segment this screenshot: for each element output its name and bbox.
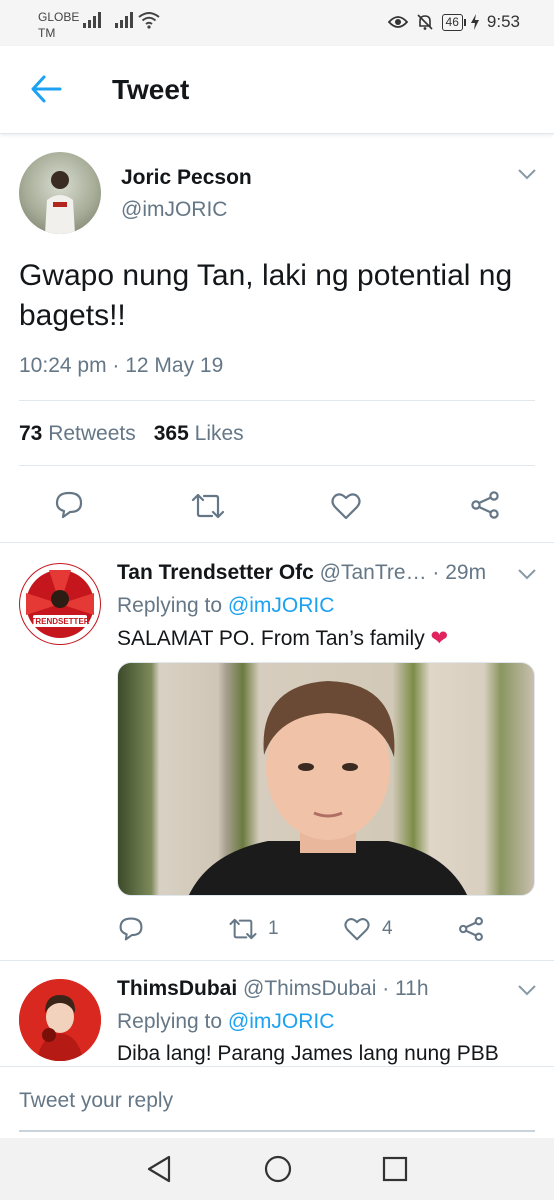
bell-off-icon [416,14,433,30]
mention-link[interactable]: @imJORIC [228,594,334,617]
retweets-stat[interactable]: 73 Retweets [19,422,136,445]
svg-text:TRENDSETTER: TRENDSETTER [30,617,89,626]
replying-to: Replying to @imJORIC [117,594,335,617]
like-icon[interactable] [331,492,361,520]
reply-text: SALAMAT PO. From Tan’s family ❤ [117,627,449,650]
reply-author[interactable]: Tan Trendsetter Ofc @TanTre… · 29m [117,561,486,585]
tweet-stats: 73 Retweets 365 Likes [19,422,244,446]
signal-icon [115,12,133,28]
likes-stat[interactable]: 365 Likes [154,422,244,445]
retweet-icon[interactable] [190,492,226,520]
clock: 9:53 [486,12,520,31]
system-nav-bar [0,1138,554,1200]
retweet-icon[interactable] [228,917,258,941]
avatar-image [45,171,75,234]
share-icon[interactable] [458,916,484,942]
author-name[interactable]: Joric Pecson [121,166,252,190]
retweet-count: 1 [268,918,279,939]
reply-icon[interactable] [118,916,144,942]
divider [19,400,535,401]
share-icon[interactable] [470,490,500,520]
chevron-down-icon[interactable] [517,568,537,580]
tweet-timestamp: 10:24 pm · 12 May 19 [19,354,224,377]
tweet-text: Gwapo nung Tan, laki ng potential ng bag… [19,259,513,332]
back-triangle-icon[interactable] [145,1154,173,1184]
recents-square-icon[interactable] [382,1154,408,1184]
wifi-icon [138,12,160,29]
mention-link[interactable]: @imJORIC [228,1010,334,1033]
divider [0,542,554,543]
reply-text: Diba lang! Parang James lang nung PBB [117,1042,499,1065]
replying-to: Replying to @imJORIC [117,1010,335,1033]
input-underline [19,1130,535,1132]
like-icon[interactable] [344,917,370,941]
page-title: Tweet [112,74,190,105]
avatar-image: TRENDSETTER [20,564,100,644]
reply-icon[interactable] [54,490,84,520]
reply-input[interactable]: Tweet your reply [19,1089,173,1113]
reply-composer: Tweet your reply [0,1066,554,1138]
avatar[interactable] [19,979,101,1061]
chevron-down-icon[interactable] [517,168,537,180]
app-header: Tweet [0,46,554,134]
divider [19,465,535,466]
portrait-image [189,681,467,895]
carrier-label: GLOBE TM [38,10,80,40]
battery-icon: 46 [441,13,467,31]
reply-author[interactable]: ThimsDubai @ThimsDubai · 11h [117,977,429,1001]
arrow-left-icon[interactable] [30,74,62,104]
heart-emoji: ❤ [430,627,449,650]
avatar-image [19,979,101,1061]
author-handle[interactable]: @imJORIC [121,198,227,222]
charging-icon [470,14,479,30]
home-circle-icon[interactable] [263,1154,293,1184]
chevron-down-icon[interactable] [517,984,537,996]
status-bar: GLOBE TM 46 9:53 [0,0,554,46]
avatar[interactable] [19,152,101,234]
divider [0,960,554,961]
signal-icon [83,12,101,28]
like-count: 4 [382,918,393,939]
avatar[interactable]: TRENDSETTER [19,563,101,645]
reply-media-image[interactable] [117,662,535,896]
eye-icon [387,16,408,28]
